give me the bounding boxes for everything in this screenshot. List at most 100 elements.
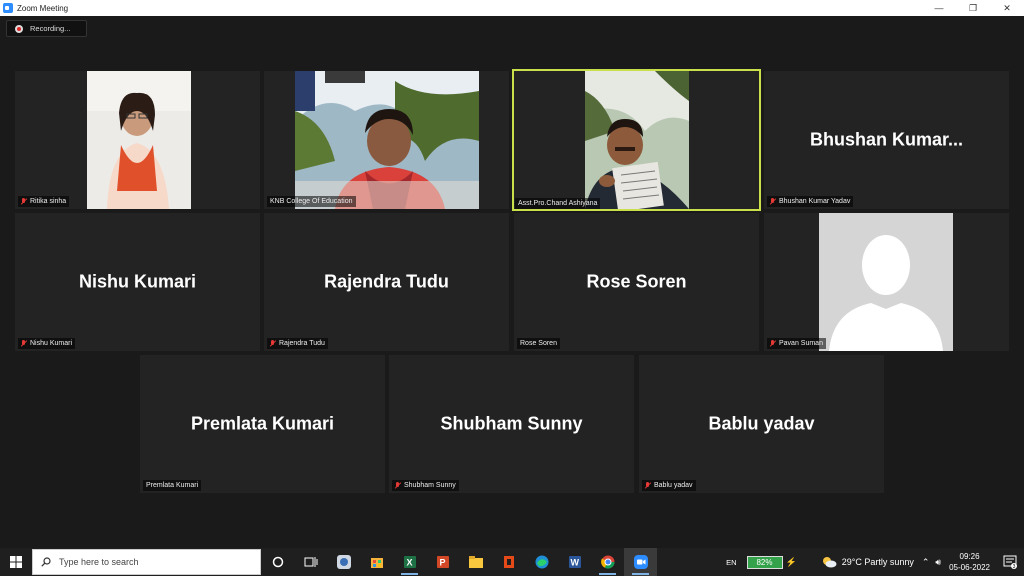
participant-tile[interactable]: Rose Soren Rose Soren: [514, 213, 759, 351]
participant-name: Pavan Suman: [779, 340, 823, 347]
participant-tile[interactable]: Nishu Kumari Nishu Kumari: [15, 213, 260, 351]
participant-name: Bhushan Kumar Yadav: [779, 198, 851, 205]
mic-muted-icon: [770, 198, 775, 205]
participant-name-label: Shubham Sunny: [392, 480, 459, 491]
participant-display-name: Bablu yadav: [708, 413, 815, 434]
participant-tile[interactable]: Premlata Kumari Premlata Kumari: [140, 355, 385, 493]
participant-tile[interactable]: Bablu yadav Bablu yadav: [639, 355, 884, 493]
participant-name: Shubham Sunny: [404, 482, 456, 489]
participant-name-label: Rajendra Tudu: [267, 338, 328, 349]
participant-display-name: Bhushan Kumar...: [809, 129, 964, 150]
participant-name: Bablu yadav: [654, 482, 693, 489]
start-button[interactable]: [0, 548, 32, 576]
participant-name: Premlata Kumari: [146, 482, 199, 489]
participant-display-name: Nishu Kumari: [78, 271, 197, 292]
participant-tile[interactable]: Shubham Sunny Shubham Sunny: [389, 355, 634, 493]
participant-name-label: Pavan Suman: [767, 338, 826, 349]
mic-muted-icon: [21, 198, 26, 205]
participant-name: Nishu Kumari: [30, 340, 73, 347]
battery-indicator[interactable]: 82%: [746, 555, 783, 569]
windows-logo-icon: [10, 556, 22, 568]
participant-display-name: Premlata Kumari: [190, 413, 335, 434]
notification-count: 3: [1013, 564, 1016, 569]
participant-tile[interactable]: Rajendra Tudu Rajendra Tudu: [264, 213, 509, 351]
participant-name-label: Nishu Kumari: [18, 338, 76, 349]
participant-tile[interactable]: Pavan Suman: [764, 213, 1009, 351]
participant-name-label: Bablu yadav: [642, 480, 696, 491]
participant-tile[interactable]: KNB College Of Education: [264, 71, 509, 209]
mic-muted-icon: [395, 482, 400, 489]
notification-center-icon[interactable]: 3: [1000, 548, 1020, 576]
participant-name-label: Bhushan Kumar Yadav: [767, 196, 854, 207]
participant-display-name: Shubham Sunny: [440, 413, 583, 434]
powerpoint-icon[interactable]: P: [426, 548, 459, 576]
minimize-button[interactable]: —: [922, 0, 956, 16]
store-icon[interactable]: [360, 548, 393, 576]
participant-tile-active-speaker[interactable]: Asst.Pro.Chand Ashiyana: [512, 69, 761, 211]
participant-name: Asst.Pro.Chand Ashiyana: [518, 200, 598, 207]
participant-name-label: Asst.Pro.Chand Ashiyana: [515, 198, 601, 209]
participant-name-label: KNB College Of Education: [267, 196, 356, 207]
participant-display-name: Rose Soren: [586, 271, 687, 292]
mic-muted-icon: [270, 340, 275, 347]
video-frame-knb: [295, 71, 479, 209]
zoom-app-icon: [3, 3, 13, 13]
weather-text: 29°C Partly sunny: [841, 557, 914, 567]
clock-date: 05-06-2022: [949, 563, 990, 572]
search-icon: [41, 557, 51, 567]
chrome-icon[interactable]: [591, 548, 624, 576]
task-view-icon[interactable]: [294, 548, 327, 576]
recording-indicator[interactable]: Recording...: [6, 20, 87, 37]
video-frame-ritika: [87, 71, 191, 209]
chevron-up-icon[interactable]: ⌃: [922, 557, 930, 568]
meeting-gallery: Recording... Ritika sinha KNB College Of…: [0, 16, 1024, 548]
svg-text:X: X: [406, 558, 412, 568]
title-bar: Zoom Meeting — ❐ ✕: [0, 0, 1024, 16]
recording-label: Recording...: [30, 24, 71, 33]
participant-name-label: Ritika sinha: [18, 196, 70, 207]
mic-muted-icon: [21, 340, 26, 347]
participant-name: Rose Soren: [520, 340, 557, 347]
participant-name: Ritika sinha: [30, 198, 67, 205]
participant-name-label: Rose Soren: [517, 338, 560, 349]
excel-icon[interactable]: X: [393, 548, 426, 576]
participant-name: KNB College Of Education: [270, 198, 353, 205]
video-frame-chand: [585, 71, 689, 209]
mic-muted-icon: [770, 340, 775, 347]
participant-display-name: Rajendra Tudu: [324, 271, 449, 292]
participant-tile[interactable]: Bhushan Kumar... Bhushan Kumar Yadav: [764, 71, 1009, 209]
participant-video: [87, 71, 191, 209]
edge-icon[interactable]: [525, 548, 558, 576]
partly-sunny-icon: [822, 557, 837, 568]
system-tray: EN 82% ⚡ 29°C Partly sunny ⌃ 🔊︎ 09:26 05…: [726, 548, 1024, 576]
taskbar-clock[interactable]: 09:26 05-06-2022: [949, 551, 990, 573]
participant-tile[interactable]: Ritika sinha: [15, 71, 260, 209]
app-icon[interactable]: [327, 548, 360, 576]
weather-widget[interactable]: 29°C Partly sunny: [821, 556, 914, 568]
zoom-icon[interactable]: [624, 548, 657, 576]
maximize-button[interactable]: ❐: [956, 0, 990, 16]
participant-video: [585, 71, 689, 209]
svg-text:W: W: [570, 558, 579, 568]
participant-name-label: Premlata Kumari: [143, 480, 202, 491]
window-title: Zoom Meeting: [17, 3, 69, 13]
person-silhouette-icon: [819, 213, 953, 351]
participant-name: Rajendra Tudu: [279, 340, 325, 347]
mic-muted-icon: [645, 482, 650, 489]
cortana-icon[interactable]: [261, 548, 294, 576]
file-explorer-icon[interactable]: [459, 548, 492, 576]
word-icon[interactable]: W: [558, 548, 591, 576]
svg-text:P: P: [439, 558, 445, 568]
search-placeholder: Type here to search: [59, 557, 139, 567]
office-icon[interactable]: [492, 548, 525, 576]
participant-video: [295, 71, 479, 209]
record-icon: [15, 24, 23, 33]
default-avatar: [819, 213, 953, 351]
taskbar-search-box[interactable]: Type here to search: [32, 549, 261, 575]
clock-time: 09:26: [959, 552, 980, 561]
language-indicator[interactable]: EN: [726, 558, 736, 567]
power-plug-icon: ⚡: [785, 556, 797, 567]
speaker-icon[interactable]: 🔊︎: [935, 557, 941, 568]
windows-taskbar: Type here to search X P W EN 82% ⚡ 29°C …: [0, 548, 1024, 576]
close-button[interactable]: ✕: [990, 0, 1024, 16]
